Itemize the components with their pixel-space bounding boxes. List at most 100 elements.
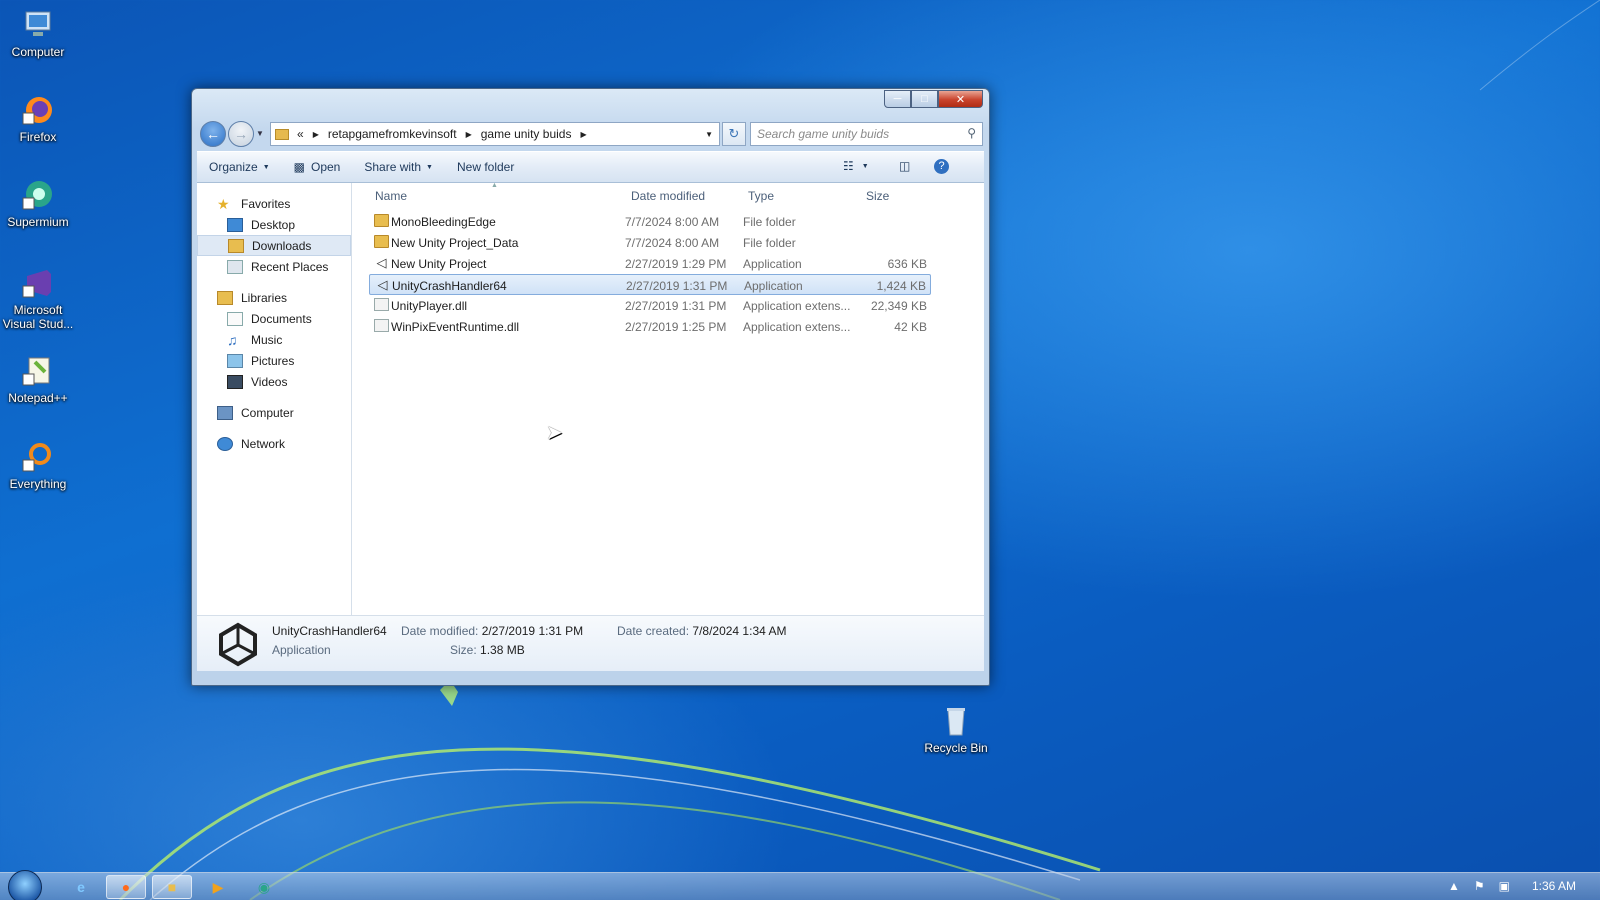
clock[interactable]: 1:36 AM <box>1532 879 1576 893</box>
preview-pane-button[interactable]: ◫ <box>899 159 910 173</box>
back-button[interactable]: ← <box>200 121 226 147</box>
computer-icon <box>217 405 233 420</box>
desktop-icon-supermium[interactable]: Supermium <box>2 178 74 229</box>
action-center-flag-icon[interactable]: ⚑ <box>1474 879 1485 893</box>
search-input[interactable]: Search game unity buids ⚲ <box>750 122 983 146</box>
nav-label: Libraries <box>241 290 288 305</box>
unity-app-icon: ◁ <box>376 255 387 270</box>
file-date-modified: 7/7/2024 8:00 AM <box>625 236 720 250</box>
command-bar: Organize ▼ ▩ Open Share with ▼ New folder ☷… <box>197 151 984 183</box>
system-tray: ▲ ⚑ ▣ 1:36 AM <box>1434 879 1590 893</box>
details-file-kind: Application <box>272 643 331 657</box>
desktop-icon-firefox[interactable]: Firefox <box>2 93 74 144</box>
nav-downloads[interactable]: Downloads <box>197 235 351 256</box>
nav-desktop[interactable]: Desktop <box>197 214 351 235</box>
libraries-icon <box>217 290 233 305</box>
recent-places-icon <box>227 259 243 274</box>
nav-libraries[interactable]: Libraries <box>197 287 351 308</box>
supermium-icon: ◉ <box>257 878 271 895</box>
firefox-icon: ● <box>121 879 131 895</box>
music-icon: ♫ <box>227 331 238 348</box>
close-button[interactable]: ✕ <box>938 90 983 108</box>
new-folder-button[interactable]: New folder <box>457 160 514 174</box>
notepad-plus-plus-icon <box>21 354 55 388</box>
file-row[interactable]: MonoBleedingEdge 7/7/2024 8:00 AM File fol… <box>369 211 931 232</box>
nav-recent-places[interactable]: Recent Places <box>197 256 351 277</box>
nav-label: Computer <box>241 405 294 420</box>
file-type: File folder <box>743 215 796 229</box>
chevron-down-icon: ▼ <box>426 163 433 171</box>
refresh-button[interactable]: ↻ <box>722 122 746 146</box>
breadcrumb-segment[interactable]: game unity buids <box>481 127 572 141</box>
details-date-created: 7/8/2024 1:34 AM <box>692 624 787 638</box>
maximize-icon: □ <box>921 93 928 105</box>
file-row[interactable]: ◁ UnityCrashHandler64 2/27/2019 1:31 PM App… <box>369 274 931 295</box>
folder-icon <box>374 235 389 248</box>
maximize-button[interactable]: □ <box>911 90 938 108</box>
network-status-icon[interactable]: ▣ <box>1499 879 1510 893</box>
address-bar[interactable]: « ▶ retapgamefromkevinsoft ▶ game unity … <box>270 122 720 146</box>
share-with-button[interactable]: Share with ▼ <box>364 160 433 174</box>
minimize-icon: ─ <box>893 93 902 105</box>
navigation-pane: ★ Favorites Desktop Downloads Recent Plac… <box>197 183 352 616</box>
nav-documents[interactable]: Documents <box>197 308 351 329</box>
desktop-icon-recycle-bin[interactable]: Recycle Bin <box>916 704 996 755</box>
column-date-modified[interactable]: Date modified <box>631 189 705 203</box>
share-with-label: Share with <box>364 160 422 174</box>
file-type: Application extens... <box>743 320 851 334</box>
help-button[interactable]: ? <box>934 159 949 174</box>
dll-file-icon <box>374 319 389 332</box>
unity-app-icon <box>215 621 261 667</box>
organize-button[interactable]: Organize ▼ <box>209 160 270 174</box>
taskbar-media-player[interactable]: ▶ <box>198 875 238 899</box>
file-row[interactable]: UnityPlayer.dll 2/27/2019 1:31 PM Applicat… <box>369 295 931 316</box>
open-button[interactable]: ▩ Open <box>294 160 341 174</box>
desktop-icon-notepad-plus-plus[interactable]: Notepad++ <box>2 354 74 405</box>
chevron-down-icon: ▼ <box>861 162 869 170</box>
taskbar-supermium[interactable]: ◉ <box>244 875 284 899</box>
recent-pages-dropdown[interactable]: ▼ <box>256 129 264 138</box>
nav-pictures[interactable]: Pictures <box>197 350 351 371</box>
file-rows: MonoBleedingEdge 7/7/2024 8:00 AM File fol… <box>369 211 931 337</box>
breadcrumb-segment[interactable]: retapgamefromkevinsoft <box>328 127 457 141</box>
show-hidden-icons-icon[interactable]: ▲ <box>1448 879 1460 893</box>
file-row[interactable]: WinPixEventRuntime.dll 2/27/2019 1:25 PM A… <box>369 316 931 337</box>
breadcrumb-separator-icon[interactable]: ▶ <box>580 130 586 139</box>
column-type[interactable]: Type <box>748 189 774 203</box>
address-dropdown-icon[interactable]: ▼ <box>705 130 713 139</box>
nav-label: Favorites <box>241 196 291 211</box>
nav-computer[interactable]: Computer <box>197 402 351 423</box>
breadcrumb-separator-icon[interactable]: ▶ <box>466 130 472 139</box>
visual-studio-icon <box>21 266 55 300</box>
change-view-button[interactable]: ☷ ▼ <box>843 159 869 173</box>
nav-favorites[interactable]: ★ Favorites <box>197 193 351 214</box>
refresh-icon: ↻ <box>728 126 740 141</box>
breadcrumb-overflow[interactable]: « <box>297 127 304 141</box>
nav-label: Documents <box>251 311 312 326</box>
column-name[interactable]: Name <box>375 189 407 203</box>
nav-network[interactable]: Network <box>197 433 351 454</box>
sort-ascending-icon: ▲ <box>491 182 498 189</box>
recycle-bin-icon <box>939 704 973 738</box>
taskbar-firefox[interactable]: ● <box>106 875 146 899</box>
file-row[interactable]: ◁ New Unity Project 2/27/2019 1:29 PM Appli… <box>369 253 931 274</box>
forward-button[interactable]: → <box>228 121 254 147</box>
file-type: Application <box>743 257 802 271</box>
details-file-name: UnityCrashHandler64 <box>272 624 387 638</box>
chevron-down-icon: ▼ <box>262 163 270 171</box>
column-size[interactable]: Size <box>866 189 889 203</box>
desktop-icon-everything[interactable]: Everything <box>2 440 74 491</box>
column-headers: Name ▲ Date modified Type Size <box>353 182 984 208</box>
file-row[interactable]: New Unity Project_Data 7/7/2024 8:00 AM Fi… <box>369 232 931 253</box>
star-icon: ★ <box>217 195 230 212</box>
desktop-icon-visual-studio[interactable]: Microsoft Visual Stud... <box>2 266 74 331</box>
nav-music[interactable]: ♫ Music <box>197 329 351 350</box>
taskbar-explorer[interactable]: ■ <box>152 875 192 899</box>
file-date-modified: 2/27/2019 1:29 PM <box>625 257 727 271</box>
start-button[interactable] <box>8 870 42 900</box>
nav-videos[interactable]: Videos <box>197 371 351 392</box>
minimize-button[interactable]: ─ <box>884 90 911 108</box>
taskbar-internet-explorer[interactable]: e <box>61 875 101 899</box>
desktop-icon-computer[interactable]: Computer <box>2 8 74 59</box>
nav-label: Music <box>251 332 283 347</box>
